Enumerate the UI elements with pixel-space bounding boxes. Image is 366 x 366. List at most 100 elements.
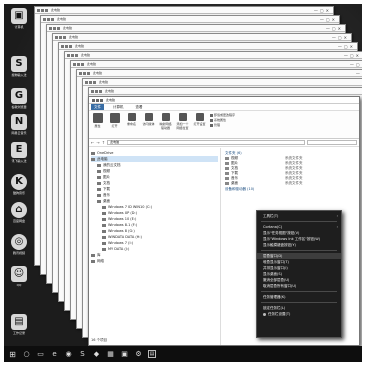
forward-arrow-icon[interactable]: →	[96, 140, 99, 145]
tab-computer[interactable]: 计算机	[110, 104, 127, 110]
quick-access-icon[interactable]	[77, 62, 80, 66]
devices-section-header[interactable]: 设备和驱动器 (10)	[225, 186, 355, 192]
back-arrow-icon[interactable]: ←	[91, 140, 94, 145]
desktop-icon[interactable]: ◎ 腾讯视频	[6, 234, 32, 255]
context-menu-item[interactable]: 取消层叠所有窗口(U)	[257, 283, 341, 289]
quick-access-icon[interactable]	[75, 53, 78, 57]
desktop-icon[interactable]: N 网易云音乐	[6, 114, 32, 135]
context-menu-label: 任务管理器(K)	[263, 295, 286, 299]
ribbon-button[interactable]: 访问媒体	[142, 113, 155, 136]
ribbon-button[interactable]: 打开	[108, 113, 121, 136]
app-icon[interactable]: ◆	[92, 350, 101, 359]
quick-access-icon[interactable]	[71, 53, 74, 57]
desktop-icon[interactable]: ☺ QQ	[6, 266, 32, 287]
window-controls-icon[interactable]: —▢✕	[344, 53, 361, 58]
context-menu-item[interactable]: 任务管理器(K)	[257, 294, 341, 300]
desktop-icon[interactable]: ▤ 工作记录	[6, 314, 32, 335]
folder-icon	[91, 151, 95, 155]
quick-access-icon[interactable]	[91, 89, 94, 93]
quick-access-icon[interactable]	[45, 8, 48, 12]
search-button[interactable]: ○	[22, 350, 31, 359]
ribbon-button[interactable]: 映射网络驱动器	[159, 113, 172, 136]
up-arrow-icon[interactable]: ↑	[102, 140, 105, 145]
ribbon-button[interactable]: 属性	[91, 113, 104, 136]
title-bar: 此电脑	[83, 79, 362, 86]
quick-access-icon[interactable]	[55, 35, 58, 39]
sogou-icon[interactable]: S	[78, 350, 87, 359]
quick-access-icon[interactable]	[43, 17, 46, 21]
quick-access-icon[interactable]	[67, 53, 70, 57]
quick-access-icon[interactable]	[85, 80, 88, 84]
quick-access-icon[interactable]	[47, 17, 50, 21]
address-field[interactable]: 此电脑	[107, 140, 305, 145]
quick-access-icon[interactable]	[100, 98, 103, 102]
quick-access-icon[interactable]	[83, 71, 86, 75]
desktop-icon-label: 网易云音乐	[11, 131, 27, 135]
store-icon[interactable]: ▦	[106, 350, 115, 359]
ribbon-button-label: 属性	[94, 124, 101, 128]
window-controls-icon[interactable]: —▢✕	[326, 26, 343, 31]
quick-access-icon[interactable]	[41, 8, 44, 12]
desktop-app-icon: ▣	[11, 8, 27, 24]
ribbon-button[interactable]: 打开设置	[193, 113, 206, 136]
quick-access-icon[interactable]	[95, 89, 98, 93]
desktop-icon[interactable]: ▣ 计算机	[6, 8, 32, 29]
folder-icon	[102, 229, 106, 233]
quick-access-icon[interactable]	[69, 44, 72, 48]
quick-access-icon[interactable]	[61, 44, 64, 48]
tab-view[interactable]: 查看	[133, 104, 146, 110]
tab-file[interactable]: 文件	[91, 104, 104, 110]
search-input[interactable]	[307, 140, 357, 145]
explorer-icon[interactable]: ▣	[120, 350, 129, 359]
window-controls-icon[interactable]: —▢✕	[338, 44, 355, 49]
context-menu-item[interactable]: 显示触摸键盘按钮(Y)	[257, 242, 341, 248]
quick-access-icon[interactable]	[63, 35, 66, 39]
quick-access-icon[interactable]	[51, 17, 54, 21]
window-controls-icon[interactable]: —▢✕	[332, 35, 349, 40]
desktop-icon[interactable]: E 讯飞输入法	[6, 142, 32, 163]
ribbon-small-button[interactable]: 管理	[210, 123, 235, 128]
quick-access-icon[interactable]	[79, 71, 82, 75]
desktop-icon[interactable]: S 搜狗输入法	[6, 56, 32, 77]
quick-access-icon[interactable]	[96, 98, 99, 102]
quick-access-icon[interactable]	[59, 35, 62, 39]
ribbon-button[interactable]: 添加一个网络位置	[176, 113, 189, 136]
ribbon-button-icon	[92, 113, 103, 123]
desktop-icon[interactable]: G 谷歌浏览器	[6, 88, 32, 109]
nav-item[interactable]: 网络	[91, 258, 218, 264]
window-controls-icon[interactable]: —▢✕	[314, 8, 331, 13]
quick-access-icon[interactable]	[53, 26, 56, 30]
ribbon-button[interactable]: 重命名	[125, 113, 138, 136]
quick-access-icon[interactable]	[99, 89, 102, 93]
task-view-button[interactable]: ▭	[36, 350, 45, 359]
window-controls-icon[interactable]: —▢✕	[320, 17, 337, 22]
edge-icon[interactable]: e	[50, 350, 59, 359]
quick-access-icon[interactable]	[49, 26, 52, 30]
start-button[interactable]: ⊞	[8, 350, 17, 359]
quick-access-icon[interactable]	[81, 62, 84, 66]
quick-access-icon[interactable]	[57, 26, 60, 30]
title-bar: 此电脑	[89, 97, 359, 104]
quick-access-icon[interactable]	[37, 8, 40, 12]
folder-icon	[97, 187, 101, 191]
nav-item-label: MY DATA (J:)	[108, 247, 130, 251]
desktop-icon[interactable]: K 酷狗音乐	[6, 174, 32, 195]
quick-access-icon[interactable]	[93, 80, 96, 84]
browser-icon[interactable]: ◉	[64, 350, 73, 359]
quick-access-icon[interactable]	[87, 71, 90, 75]
window-controls-icon[interactable]: —▢✕	[356, 71, 362, 76]
ribbon-button-icon	[195, 113, 204, 121]
document-icon[interactable]: ▤	[148, 350, 156, 358]
status-bar: 16 个项目	[91, 338, 108, 342]
window-controls-icon[interactable]: —▢✕	[350, 62, 362, 67]
desktop-icon-label: 谷歌浏览器	[11, 105, 27, 109]
quick-access-icon[interactable]	[73, 62, 76, 66]
context-menu-item[interactable]: 工具栏(T) ›	[257, 213, 341, 219]
folder-icon	[102, 241, 106, 245]
quick-access-icon[interactable]	[89, 80, 92, 84]
settings-icon[interactable]: ⚙	[134, 350, 143, 359]
context-menu-item[interactable]: 任务栏设置(T)	[257, 311, 341, 317]
quick-access-icon[interactable]	[92, 98, 95, 102]
desktop-icon[interactable]: ⌂ 百度网盘	[6, 202, 32, 223]
quick-access-icon[interactable]	[65, 44, 68, 48]
